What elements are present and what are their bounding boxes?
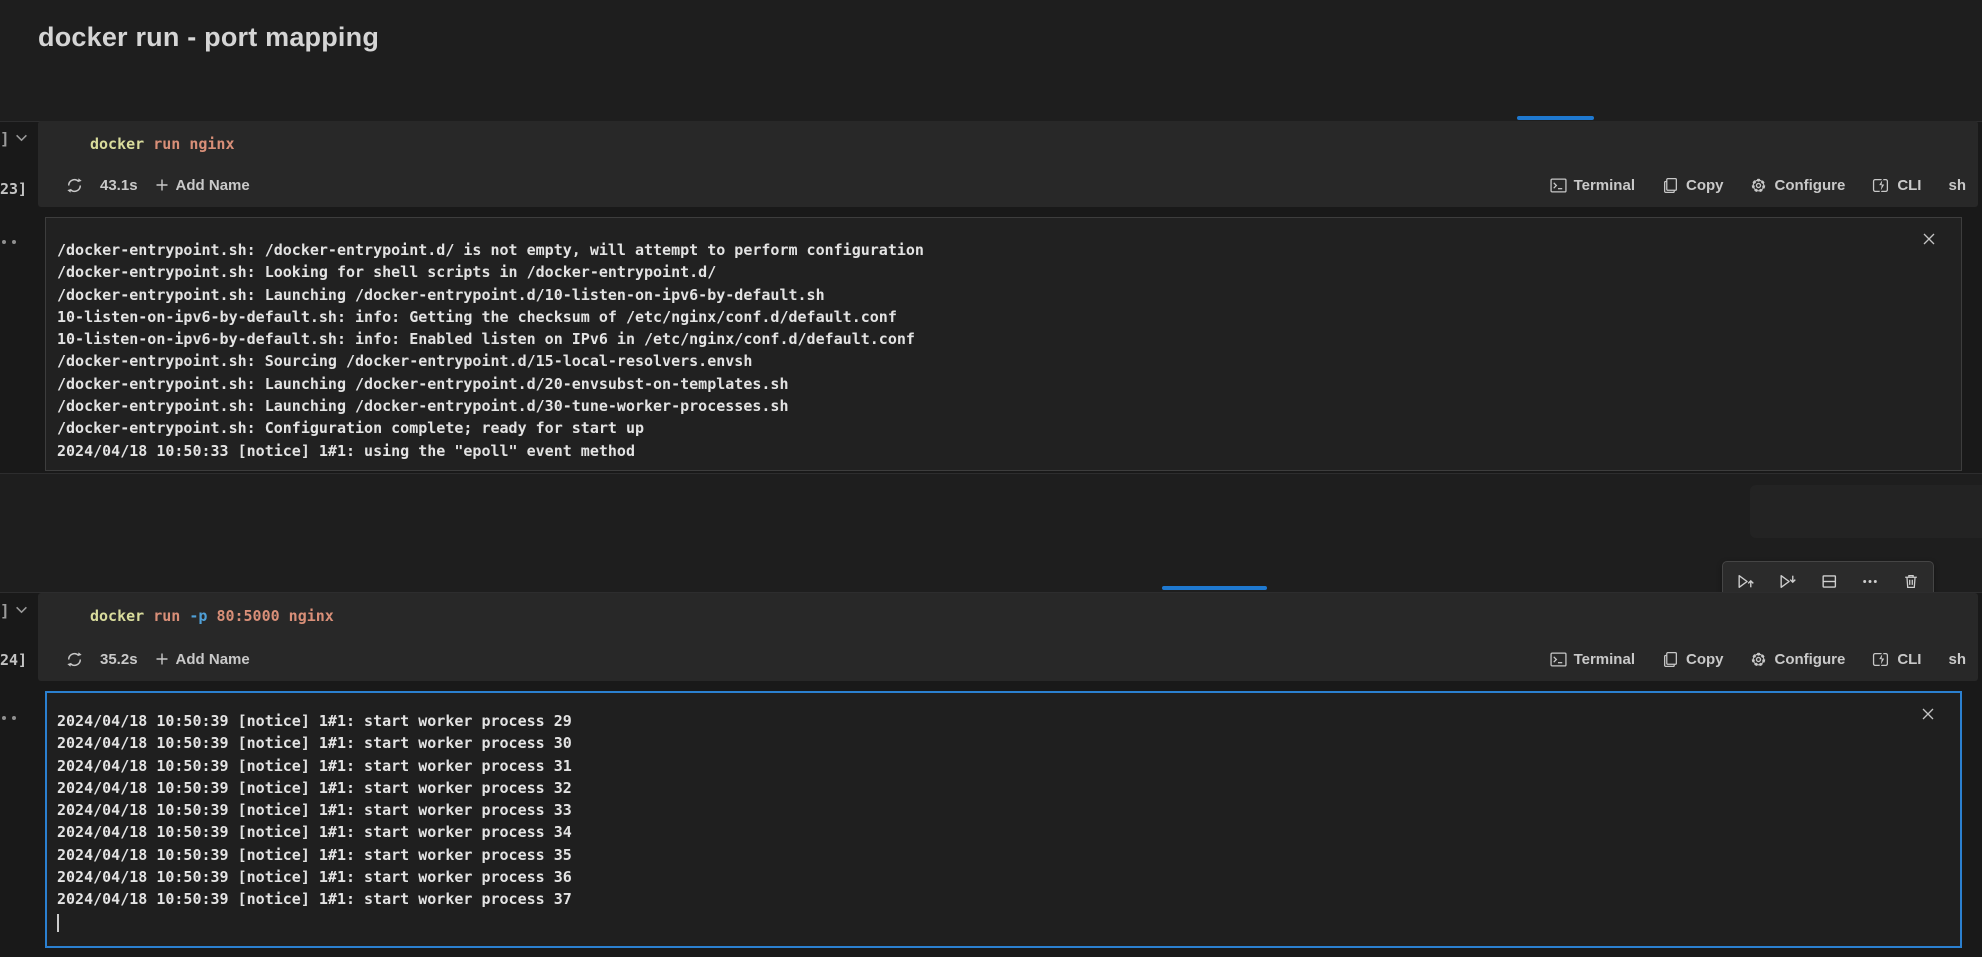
output-line: 2024/04/18 10:50:39 [notice] 1#1: start … [57, 799, 1890, 821]
code-token: 80:5000 nginx [216, 607, 333, 625]
terminal-button[interactable]: Terminal [1550, 177, 1635, 194]
output-line: /docker-entrypoint.sh: /docker-entrypoin… [57, 239, 1891, 261]
cell-output-terminal[interactable]: 2024/04/18 10:50:39 [notice] 1#1: start … [45, 691, 1962, 948]
cli-bolt-icon [1872, 651, 1890, 668]
run-below-icon[interactable] [1778, 573, 1797, 590]
gear-icon [1750, 177, 1767, 194]
output-line: 2024/04/18 10:50:39 [notice] 1#1: start … [57, 755, 1890, 777]
output-line: 10-listen-on-ipv6-by-default.sh: info: G… [57, 306, 1891, 328]
code-token: run nginx [153, 135, 234, 153]
cell-toolbar-hover-highlight [1750, 485, 1982, 538]
output-menu-icon[interactable] [2, 240, 16, 244]
terminal-icon [1550, 177, 1567, 194]
output-log: 2024/04/18 10:50:39 [notice] 1#1: start … [57, 710, 1890, 911]
cli-bolt-icon [1872, 177, 1890, 194]
cell-running-progress-bar [1517, 116, 1594, 120]
markdown-cell-band [0, 0, 1982, 121]
output-line: /docker-entrypoint.sh: Launching /docker… [57, 395, 1891, 417]
terminal-icon [1550, 651, 1567, 668]
output-menu-icon[interactable] [2, 716, 16, 720]
code-editor[interactable]: docker run nginx [38, 121, 1978, 153]
execution-count: 24] [0, 651, 26, 669]
terminal-button[interactable]: Terminal [1550, 651, 1635, 668]
output-line: 2024/04/18 10:50:39 [notice] 1#1: start … [57, 732, 1890, 754]
code-cell: docker run -p 80:5000 nginx 35.2s [38, 593, 1978, 681]
plus-icon [155, 178, 169, 192]
output-line: 2024/04/18 10:50:39 [notice] 1#1: start … [57, 710, 1890, 732]
copy-icon [1662, 651, 1679, 668]
copy-button[interactable]: Copy [1662, 177, 1724, 194]
cell-gutter: ] [0, 129, 10, 149]
shell-language-picker[interactable]: sh [1948, 177, 1966, 194]
page-title: docker run - port mapping [38, 22, 379, 53]
close-output-icon[interactable] [1920, 706, 1938, 724]
output-line: 2024/04/18 10:50:33 [notice] 1#1: using … [57, 440, 1891, 462]
chevron-down-icon[interactable] [15, 133, 28, 143]
output-line: 2024/04/18 10:50:39 [notice] 1#1: start … [57, 821, 1890, 843]
sync-spinner-icon [66, 177, 83, 194]
cell-status-icon: ] [0, 601, 10, 620]
split-cell-icon[interactable] [1820, 573, 1838, 590]
add-name-button[interactable]: Add Name [155, 651, 250, 668]
code-token: -p [189, 607, 216, 625]
delete-cell-icon[interactable] [1902, 573, 1920, 590]
cli-button[interactable]: CLI [1872, 651, 1921, 668]
code-editor[interactable]: docker run -p 80:5000 nginx [38, 593, 1978, 625]
cell-running-progress-bar [1162, 586, 1267, 590]
output-line: 2024/04/18 10:50:39 [notice] 1#1: start … [57, 777, 1890, 799]
cell-output[interactable]: /docker-entrypoint.sh: /docker-entrypoin… [45, 217, 1962, 471]
cli-button[interactable]: CLI [1872, 177, 1921, 194]
gear-icon [1750, 651, 1767, 668]
code-token: docker [90, 135, 153, 153]
output-line: /docker-entrypoint.sh: Configuration com… [57, 417, 1891, 439]
plus-icon [155, 652, 169, 666]
close-output-icon[interactable] [1921, 231, 1939, 249]
output-line: 10-listen-on-ipv6-by-default.sh: info: E… [57, 328, 1891, 350]
configure-button[interactable]: Configure [1750, 651, 1845, 668]
execution-count: 23] [0, 180, 26, 198]
run-above-icon[interactable] [1736, 573, 1755, 590]
output-log: /docker-entrypoint.sh: /docker-entrypoin… [57, 239, 1891, 462]
code-token: docker [90, 607, 153, 625]
cell-gutter: ] [0, 601, 10, 621]
cell-status-bar: 43.1s Add Name Terminal Copy [38, 170, 1978, 200]
configure-button[interactable]: Configure [1750, 177, 1845, 194]
output-line: 2024/04/18 10:50:39 [notice] 1#1: start … [57, 888, 1890, 910]
sync-spinner-icon [66, 651, 83, 668]
copy-button[interactable]: Copy [1662, 651, 1724, 668]
output-line: 2024/04/18 10:50:39 [notice] 1#1: start … [57, 844, 1890, 866]
chevron-down-icon[interactable] [15, 605, 28, 615]
code-cell: docker run nginx 43.1s Add Name [38, 121, 1978, 207]
more-actions-icon[interactable] [1861, 573, 1879, 590]
terminal-cursor [57, 914, 59, 932]
add-name-button[interactable]: Add Name [155, 177, 250, 194]
cell-status-bar: 35.2s Add Name Terminal Copy [38, 644, 1978, 674]
notebook-editor: docker run - port mapping ] 23] docker r… [0, 0, 1982, 957]
code-token: run [153, 607, 189, 625]
execution-duration: 35.2s [100, 651, 138, 668]
shell-language-picker[interactable]: sh [1948, 651, 1966, 668]
execution-duration: 43.1s [100, 177, 138, 194]
output-line: /docker-entrypoint.sh: Looking for shell… [57, 261, 1891, 283]
output-line: /docker-entrypoint.sh: Launching /docker… [57, 373, 1891, 395]
cell-gap-band [0, 474, 1982, 592]
output-line: 2024/04/18 10:50:39 [notice] 1#1: start … [57, 866, 1890, 888]
cell-status-icon: ] [0, 129, 10, 148]
output-line: /docker-entrypoint.sh: Sourcing /docker-… [57, 350, 1891, 372]
output-line: /docker-entrypoint.sh: Launching /docker… [57, 284, 1891, 306]
copy-icon [1662, 177, 1679, 194]
